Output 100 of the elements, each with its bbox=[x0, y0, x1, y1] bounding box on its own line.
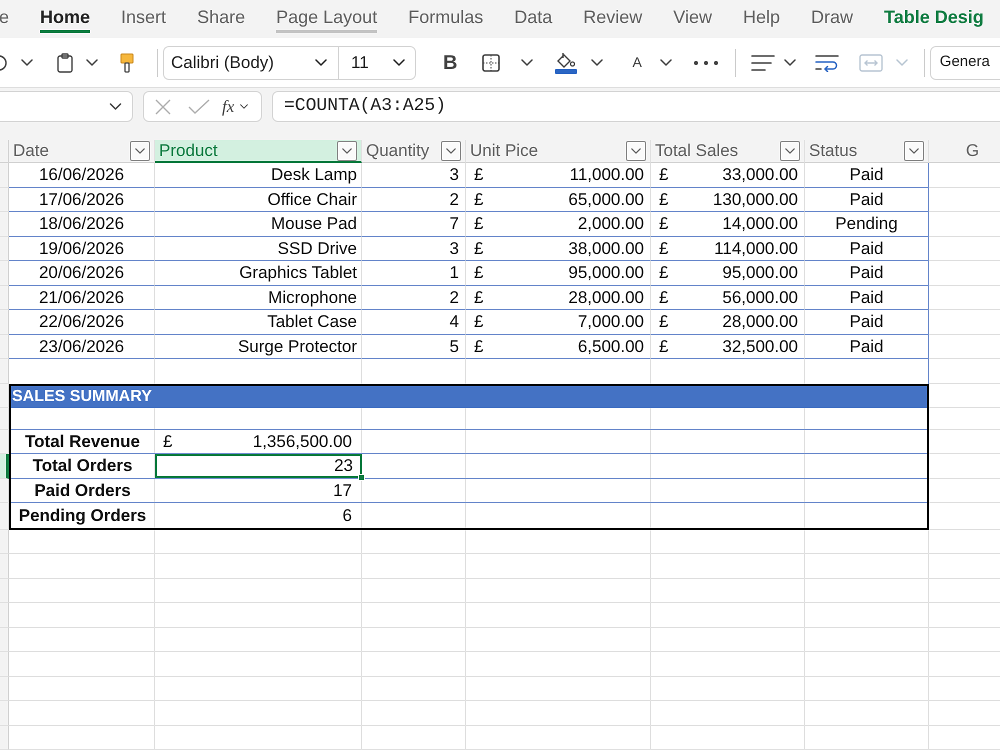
currency-symbol: £ bbox=[659, 262, 668, 284]
ribbon-tab[interactable]: Page Layout bbox=[276, 0, 378, 33]
table-cell: 18/06/2026 bbox=[9, 212, 155, 236]
table-cell: Paid bbox=[805, 334, 929, 359]
table-cell[interactable]: £ 1,356,500.00 bbox=[155, 430, 362, 453]
table-cell: 21/06/2026 bbox=[9, 286, 155, 310]
cell-value: 65,000.00 bbox=[568, 188, 644, 210]
filter-button[interactable] bbox=[337, 140, 357, 160]
table-cell[interactable]: 17 bbox=[155, 478, 362, 502]
ribbon-tab[interactable]: Data bbox=[514, 0, 552, 33]
column-header[interactable]: Unit Pice bbox=[466, 140, 651, 163]
cell-value: 56,000.00 bbox=[722, 286, 798, 308]
font-dropdown[interactable]: Calibri (Body) bbox=[163, 46, 338, 80]
currency-symbol: £ bbox=[474, 164, 484, 186]
font-color-button[interactable]: A bbox=[632, 46, 672, 78]
table-cell: Office Chair bbox=[155, 188, 362, 212]
filter-button[interactable] bbox=[780, 141, 800, 161]
check-icon bbox=[188, 98, 210, 114]
table-cell: Paid bbox=[805, 310, 929, 334]
currency-symbol: £ bbox=[659, 188, 668, 210]
cell-value: 6 bbox=[342, 504, 352, 526]
name-box[interactable] bbox=[0, 91, 133, 122]
chevron-down-icon bbox=[393, 59, 405, 66]
column-header[interactable]: Total Sales bbox=[651, 140, 805, 163]
column-header[interactable]: Status bbox=[805, 140, 929, 163]
fill-handle[interactable] bbox=[358, 474, 365, 480]
filter-button[interactable] bbox=[130, 141, 150, 161]
table-cell: Surge Protector bbox=[155, 334, 362, 359]
cell-value: 114,000.00 bbox=[714, 238, 798, 260]
column-header[interactable]: Quantity bbox=[362, 140, 466, 163]
ribbon-tab[interactable]: Share bbox=[197, 0, 246, 33]
paintbrush-icon bbox=[120, 52, 134, 72]
close-icon bbox=[155, 98, 171, 114]
formula-input[interactable]: =COUNTA(A3:A25) bbox=[272, 91, 1000, 122]
row-label: Total Revenue bbox=[11, 430, 155, 453]
chevron-down-icon bbox=[135, 148, 145, 154]
ribbon-tab[interactable]: Draw bbox=[811, 0, 854, 33]
ribbon-tab[interactable]: View bbox=[673, 0, 712, 33]
cell-value: 1,356,500.00 bbox=[252, 430, 352, 452]
summary-title: SALES SUMMARY bbox=[11, 386, 927, 408]
merge-cells-icon bbox=[858, 54, 883, 72]
column-header-label: Quantity bbox=[366, 140, 430, 162]
table-cell: SSD Drive bbox=[155, 236, 362, 261]
ribbon-tab[interactable]: e bbox=[0, 0, 10, 33]
font-size-dropdown[interactable]: 11 bbox=[338, 46, 416, 80]
cell-value: 7,000.00 bbox=[578, 311, 644, 333]
ribbon-tab[interactable]: Help bbox=[742, 0, 780, 33]
ribbon-tab[interactable]: Insert bbox=[121, 0, 166, 33]
number-format-dropdown[interactable]: Genera bbox=[930, 46, 1000, 80]
filter-button[interactable] bbox=[904, 141, 924, 161]
currency-symbol: £ bbox=[474, 311, 484, 333]
column-header[interactable]: Date bbox=[9, 140, 155, 163]
row-label: Total Orders bbox=[11, 454, 155, 478]
filter-button[interactable] bbox=[441, 141, 461, 161]
cell-value: 130,000.00 bbox=[712, 188, 798, 210]
chevron-down-icon bbox=[240, 104, 248, 109]
chevron-down-icon bbox=[660, 59, 672, 66]
row-header[interactable] bbox=[0, 454, 9, 478]
cell-value: 95,000.00 bbox=[568, 262, 644, 284]
paint-bucket-icon bbox=[555, 52, 578, 74]
table-cell: Paid bbox=[805, 236, 929, 261]
wrap-text-icon bbox=[814, 54, 839, 72]
chevron-down-icon bbox=[591, 59, 604, 66]
chevron-down-icon bbox=[109, 103, 122, 110]
clipboard-icon bbox=[57, 52, 73, 72]
table-cell: Pending bbox=[805, 212, 929, 236]
table-cell: 19/06/2026 bbox=[9, 236, 155, 261]
currency-symbol: £ bbox=[474, 262, 484, 284]
chevron-down-icon bbox=[342, 148, 352, 154]
chevron-down-icon bbox=[86, 59, 98, 66]
select-all-corner[interactable] bbox=[0, 140, 9, 163]
chevron-down-icon bbox=[909, 148, 919, 154]
table-cell: 7 bbox=[362, 212, 466, 236]
currency-symbol: £ bbox=[474, 213, 484, 235]
table-cell: 3 bbox=[362, 236, 466, 261]
align-lines-icon bbox=[750, 54, 775, 70]
bold-button[interactable]: B bbox=[443, 46, 458, 78]
currency-symbol: £ bbox=[659, 336, 668, 358]
column-header-label: Date bbox=[13, 140, 49, 162]
cell-value: 28,000.00 bbox=[722, 311, 798, 333]
table-cell: 22/06/2026 bbox=[9, 310, 155, 334]
table-cell: 5 bbox=[362, 334, 466, 359]
row-label: Pending Orders bbox=[11, 503, 155, 528]
column-header-label: Unit Pice bbox=[470, 140, 538, 162]
table-cell: 3 bbox=[362, 163, 466, 188]
ribbon-tab[interactable]: Review bbox=[583, 0, 642, 33]
table-cell: Microphone bbox=[155, 286, 362, 310]
filter-button[interactable] bbox=[626, 141, 646, 161]
table-cell[interactable]: 6 bbox=[155, 503, 362, 528]
ribbon-tab[interactable]: Table Desig bbox=[884, 0, 984, 33]
table-cell: Paid bbox=[805, 286, 929, 310]
cell-value: 14,000.00 bbox=[722, 213, 798, 235]
ribbon-tab[interactable]: Home bbox=[40, 0, 90, 33]
arc-icon bbox=[0, 54, 7, 70]
table-cell: Tablet Case bbox=[155, 310, 362, 334]
column-header[interactable]: Product bbox=[155, 140, 362, 163]
insert-function-button[interactable]: fx bbox=[222, 94, 248, 118]
cell-value: 2,000.00 bbox=[578, 213, 644, 235]
table-cell: 23/06/2026 bbox=[9, 334, 155, 359]
ribbon-tab[interactable]: Formulas bbox=[408, 0, 484, 33]
